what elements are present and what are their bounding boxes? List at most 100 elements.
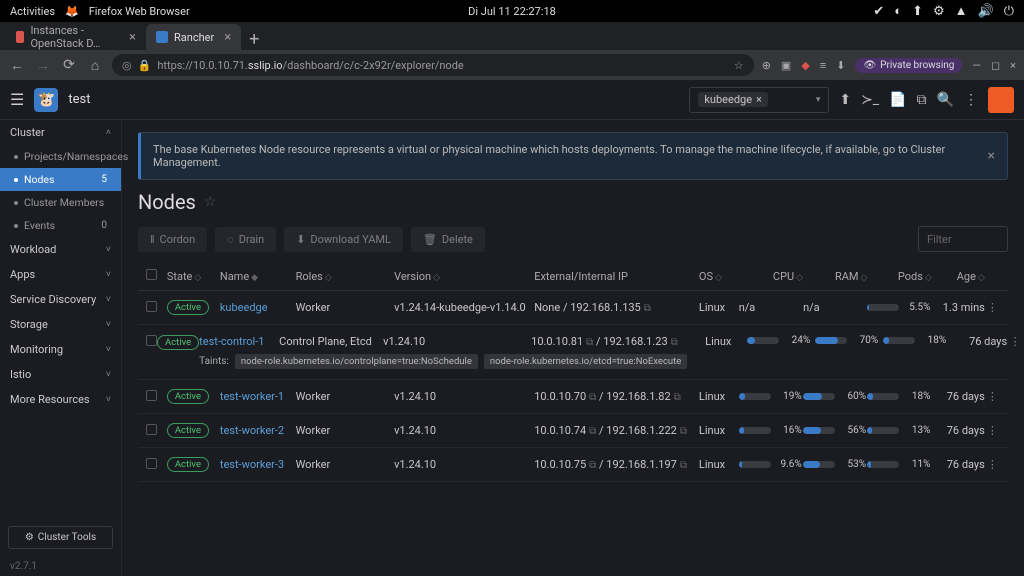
tray-icon[interactable]: ▲ <box>955 3 968 19</box>
copy-icon[interactable]: ⧉ <box>586 337 593 348</box>
search-icon[interactable]: 🔍 <box>937 92 954 108</box>
clock[interactable]: Di Jul 11 22:27:18 <box>468 5 556 18</box>
row-actions-icon[interactable]: ⋮ <box>987 301 998 314</box>
tab-label: Instances - OpenStack D… <box>30 24 119 50</box>
node-link[interactable]: test-control-1 <box>199 335 264 348</box>
copy-icon[interactable]: ⧉ <box>589 460 596 471</box>
tray-icon[interactable]: ⚙ <box>933 4 945 19</box>
menu-button[interactable]: ☰ <box>10 90 24 109</box>
close-tab-icon[interactable]: × <box>129 30 136 45</box>
sidebar-section[interactable]: Storage˅ <box>0 312 121 337</box>
sidebar-section-cluster[interactable]: Cluster˄ <box>0 120 121 145</box>
chip-remove-icon[interactable]: × <box>756 93 762 106</box>
copy-icon[interactable]: ⧉ <box>589 392 596 403</box>
sidebar-item[interactable]: Projects/Namespaces <box>0 145 121 168</box>
ext-icon[interactable]: ◆ <box>801 59 809 72</box>
sidebar-section[interactable]: Workload˅ <box>0 237 121 262</box>
activities-button[interactable]: Activities <box>10 5 55 18</box>
col-cpu[interactable]: CPU◇ <box>739 270 803 283</box>
copy-icon[interactable]: ⧉ <box>680 460 687 471</box>
download-kubeconfig-icon[interactable]: 📄 <box>889 92 906 108</box>
col-pods[interactable]: Pods◇ <box>867 270 931 283</box>
browser-tab[interactable]: Instances - OpenStack D… × <box>6 24 146 50</box>
copy-icon[interactable]: ⧉ <box>917 92 927 108</box>
copy-icon[interactable]: ⧉ <box>644 303 651 314</box>
sidebar-section[interactable]: Service Discovery˅ <box>0 287 121 312</box>
col-name[interactable]: Name◆ <box>220 270 296 283</box>
shield-icon[interactable]: ◎ <box>122 59 132 72</box>
cordon-button[interactable]: ‖Cordon <box>138 227 207 252</box>
ext-icon[interactable]: ⊕ <box>762 59 771 72</box>
download-yaml-button[interactable]: ⬇Download YAML <box>284 227 403 252</box>
copy-icon[interactable]: ⧉ <box>674 392 681 403</box>
kebab-icon[interactable]: ⋮ <box>964 92 978 108</box>
row-actions-icon[interactable]: ⋮ <box>987 424 998 437</box>
back-button[interactable]: ← <box>8 57 26 74</box>
sidebar-item[interactable]: Cluster Members <box>0 191 121 214</box>
col-age[interactable]: Age◇ <box>932 270 985 283</box>
tray-icon[interactable]: ✔ <box>873 4 884 19</box>
tray-icon[interactable]: ⏻ <box>1004 4 1014 19</box>
close-banner-icon[interactable]: × <box>988 148 995 164</box>
sidebar-item[interactable]: Nodes5 <box>0 168 121 191</box>
bookmark-star-icon[interactable]: ☆ <box>734 59 744 72</box>
col-ram[interactable]: RAM◇ <box>803 270 867 283</box>
reload-button[interactable]: ⟳ <box>60 57 78 73</box>
cluster-tools-button[interactable]: ⚙ Cluster Tools <box>8 526 113 549</box>
tray-icon[interactable]: ⬆ <box>912 4 923 19</box>
select-all-checkbox[interactable] <box>146 269 157 280</box>
row-checkbox[interactable] <box>146 458 157 469</box>
sidebar-section[interactable]: Istio˅ <box>0 362 121 387</box>
new-tab-button[interactable]: + <box>241 29 267 50</box>
node-link[interactable]: test-worker-3 <box>220 458 284 471</box>
ext-icon[interactable]: ▣ <box>781 59 791 72</box>
node-link[interactable]: test-worker-1 <box>220 390 284 403</box>
row-checkbox[interactable] <box>146 335 157 346</box>
namespace-filter[interactable]: kubeedge × ▾ <box>689 87 829 113</box>
ext-icon[interactable]: ≡ <box>820 59 826 72</box>
downloads-icon[interactable]: ⬇ <box>836 59 845 72</box>
sidebar-section[interactable]: Monitoring˅ <box>0 337 121 362</box>
maximize-icon[interactable]: ◻ <box>991 59 1000 72</box>
copy-icon[interactable]: ⧉ <box>680 426 687 437</box>
delete-button[interactable]: 🗑Delete <box>411 227 485 252</box>
col-version[interactable]: Version◇ <box>394 270 534 283</box>
copy-icon[interactable]: ⧉ <box>671 337 678 348</box>
col-ip[interactable]: External/Internal IP <box>534 270 699 283</box>
row-actions-icon[interactable]: ⋮ <box>987 390 998 403</box>
favorite-star-icon[interactable]: ☆ <box>204 194 217 210</box>
home-button[interactable]: ⌂ <box>86 57 104 74</box>
tray-icon[interactable]: ◐ <box>894 3 902 19</box>
row-actions-icon[interactable]: ⋮ <box>1010 335 1021 348</box>
copy-icon[interactable]: ⧉ <box>589 426 596 437</box>
sidebar-section[interactable]: Apps˅ <box>0 262 121 287</box>
node-link[interactable]: test-worker-2 <box>220 424 284 437</box>
sidebar-item[interactable]: Events0 <box>0 214 121 237</box>
shell-icon[interactable]: ≻_ <box>861 92 879 108</box>
node-link[interactable]: kubeedge <box>220 301 268 314</box>
col-os[interactable]: OS◇ <box>699 270 739 283</box>
sidebar-section[interactable]: More Resources˅ <box>0 387 121 412</box>
breadcrumb[interactable]: test <box>68 92 90 107</box>
os-cell: Linux <box>699 458 739 471</box>
url-input[interactable]: ◎ 🔒 https://10.0.10.71.sslip.io/dashboar… <box>112 54 754 76</box>
import-icon[interactable]: ⬆ <box>839 92 851 108</box>
row-checkbox[interactable] <box>146 390 157 401</box>
private-browsing-badge: 👁 Private browsing <box>855 58 962 73</box>
close-tab-icon[interactable]: × <box>224 30 231 45</box>
row-checkbox[interactable] <box>146 301 157 312</box>
col-roles[interactable]: Roles◇ <box>296 270 394 283</box>
minimize-icon[interactable]: — <box>972 59 981 72</box>
row-actions-icon[interactable]: ⋮ <box>987 458 998 471</box>
filter-input[interactable]: Filter <box>918 226 1008 252</box>
rancher-logo-icon[interactable]: 🐮 <box>34 88 58 112</box>
tray-icon[interactable]: 🔊 <box>978 4 994 19</box>
browser-tab[interactable]: Rancher × <box>146 24 241 50</box>
forward-button[interactable]: → <box>34 57 52 74</box>
close-window-icon[interactable]: × <box>1010 59 1016 72</box>
row-checkbox[interactable] <box>146 424 157 435</box>
drain-button[interactable]: ◌Drain <box>215 227 276 252</box>
avatar[interactable] <box>988 87 1014 113</box>
col-state[interactable]: State◇ <box>167 270 220 283</box>
table-row: Active kubeedge Worker v1.24.14-kubeedge… <box>138 291 1008 325</box>
